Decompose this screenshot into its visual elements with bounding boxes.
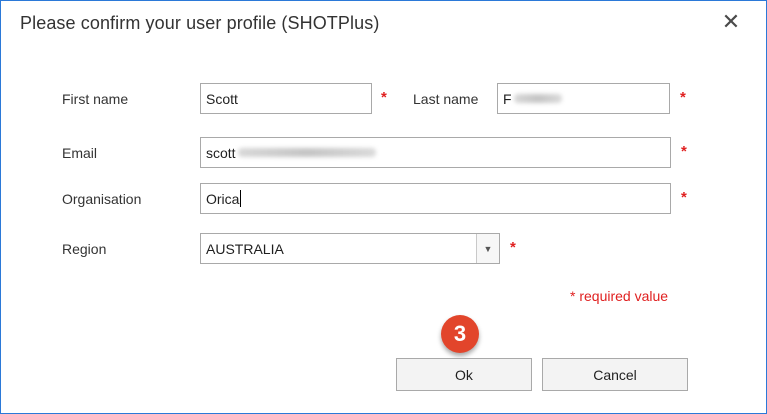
region-label: Region [62,241,107,257]
organisation-field[interactable]: Orica [200,183,671,214]
email-value: scott [206,144,236,161]
text-cursor [240,190,242,207]
organisation-required-mark: * [681,189,687,206]
organisation-label: Organisation [62,191,142,207]
region-value: AUSTRALIA [206,240,284,257]
step-number-badge: 3 [441,315,479,353]
email-field[interactable]: scott [200,137,671,168]
first-name-required-mark: * [381,89,387,106]
last-name-label: Last name [413,91,479,107]
first-name-field[interactable]: Scott [200,83,372,114]
last-name-field[interactable]: F [497,83,670,114]
close-icon[interactable]: ✕ [718,9,744,35]
ok-button[interactable]: Ok [396,358,532,391]
last-name-required-mark: * [680,89,686,106]
first-name-value: Scott [206,90,238,107]
redacted-text [513,94,562,103]
required-value-note: * required value [570,288,669,304]
region-required-mark: * [510,239,516,256]
organisation-value: Orica [206,190,240,207]
region-select[interactable]: AUSTRALIA ▼ [200,233,500,264]
email-label: Email [62,145,98,161]
confirm-profile-dialog: Please confirm your user profile (SHOTPl… [0,0,767,414]
dialog-title: Please confirm your user profile (SHOTPl… [20,13,380,33]
redacted-text [237,148,376,157]
email-required-mark: * [681,143,687,160]
cancel-button[interactable]: Cancel [542,358,688,391]
first-name-label: First name [62,91,129,107]
last-name-value: F [503,90,512,107]
chevron-down-icon[interactable]: ▼ [476,234,499,263]
